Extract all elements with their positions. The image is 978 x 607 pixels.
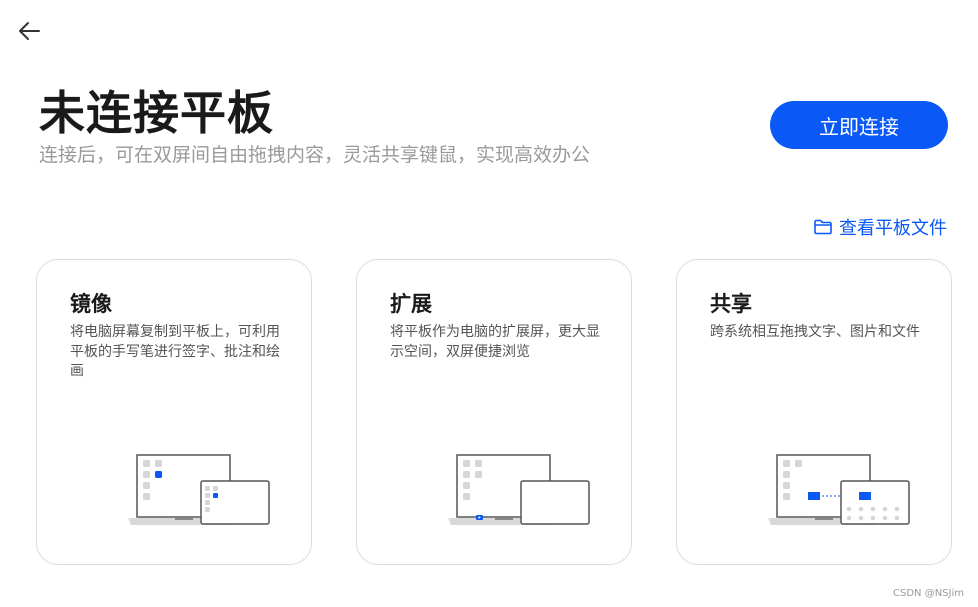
card-title: 扩展 [390, 292, 432, 316]
back-button[interactable] [14, 16, 44, 46]
card-title: 共享 [710, 292, 752, 316]
card-description: 跨系统相互拖拽文字、图片和文件 [710, 324, 920, 340]
mirror-mode-card[interactable]: 镜像 将电脑屏幕复制到平板上，可利用平板的手写笔进行签字、批注和绘画 [36, 259, 312, 565]
page-subtitle: 连接后，可在双屏间自由拖拽内容，灵活共享键鼠，实现高效办公 [39, 144, 591, 166]
card-description: 将电脑屏幕复制到平板上，可利用平板的手写笔进行签字、批注和绘画 [70, 324, 280, 379]
arrow-left-icon [19, 22, 40, 40]
folder-icon [814, 219, 832, 235]
share-mode-card[interactable]: 共享 跨系统相互拖拽文字、图片和文件 [676, 259, 952, 565]
connect-now-button[interactable]: 立即连接 [770, 101, 948, 149]
extend-mode-card[interactable]: 扩展 将平板作为电脑的扩展屏，更大显示空间，双屏便捷浏览 [356, 259, 632, 565]
share-illustration-icon [768, 454, 910, 525]
view-tablet-files-label: 查看平板文件 [839, 218, 947, 239]
view-tablet-files-link[interactable]: 查看平板文件 [813, 214, 947, 240]
extend-illustration-icon [448, 454, 590, 525]
tablet-connect-page: 未连接平板 连接后，可在双屏间自由拖拽内容，灵活共享键鼠，实现高效办公 立即连接… [0, 0, 978, 607]
watermark: CSDN @NSJim [893, 588, 964, 599]
page-title: 未连接平板 [39, 86, 274, 140]
card-title: 镜像 [70, 292, 112, 316]
mirror-illustration-icon [128, 454, 270, 525]
card-description: 将平板作为电脑的扩展屏，更大显示空间，双屏便捷浏览 [390, 324, 600, 360]
